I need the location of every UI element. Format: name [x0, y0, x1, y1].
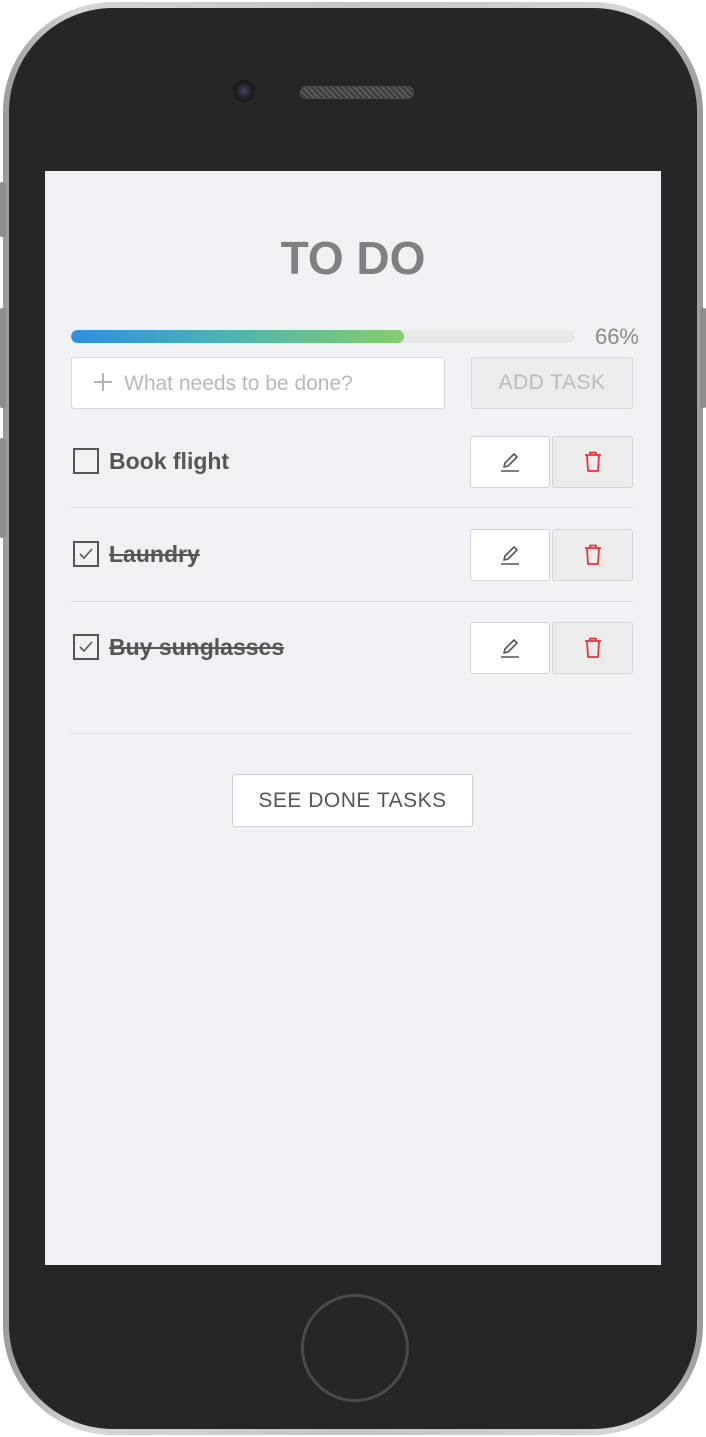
home-button[interactable]: [301, 1294, 409, 1402]
delete-task-button[interactable]: [552, 529, 633, 581]
volume-up-button: [0, 308, 6, 408]
new-task-input[interactable]: [122, 366, 436, 402]
add-task-button[interactable]: ADD TASK: [471, 357, 633, 409]
edit-task-button[interactable]: [470, 622, 550, 674]
edit-task-button[interactable]: [470, 529, 550, 581]
task-row: Book flight: [71, 436, 633, 490]
checkmark-icon: [79, 641, 93, 653]
pencil-icon: [501, 453, 519, 472]
list-end-divider: [71, 733, 633, 734]
trash-icon: [584, 637, 601, 658]
earpiece-speaker: [300, 86, 414, 99]
task-label: Book flight: [109, 448, 230, 474]
new-task-field[interactable]: [71, 357, 445, 409]
progress-bar-fill: [71, 330, 404, 343]
power-button: [700, 308, 706, 408]
front-camera: [233, 80, 255, 102]
trash-icon: [584, 451, 601, 472]
progress-bar: [71, 330, 575, 343]
mute-switch: [0, 182, 6, 237]
task-row: Buy sunglasses: [71, 622, 633, 676]
pencil-icon: [501, 639, 519, 658]
task-divider: [71, 601, 633, 602]
see-done-tasks-button[interactable]: SEE DONE TASKS: [232, 774, 473, 827]
trash-icon: [584, 544, 601, 565]
task-label: Laundry: [109, 541, 200, 567]
app-screen: TO DO 66% ADD TASK Book flight: [45, 171, 661, 1265]
task-checkbox[interactable]: [73, 634, 99, 660]
progress-percent: 66%: [594, 324, 639, 349]
task-label: Buy sunglasses: [109, 634, 285, 660]
plus-icon: [92, 371, 114, 393]
volume-down-button: [0, 438, 6, 538]
edit-task-button[interactable]: [470, 436, 550, 488]
delete-task-button[interactable]: [552, 622, 633, 674]
pencil-icon: [501, 546, 519, 565]
task-checkbox[interactable]: [73, 448, 99, 474]
page-title: TO DO: [280, 232, 426, 284]
task-checkbox[interactable]: [73, 541, 99, 567]
task-divider: [71, 507, 633, 508]
delete-task-button[interactable]: [552, 436, 633, 488]
task-row: Laundry: [71, 529, 633, 583]
checkmark-icon: [79, 548, 93, 560]
